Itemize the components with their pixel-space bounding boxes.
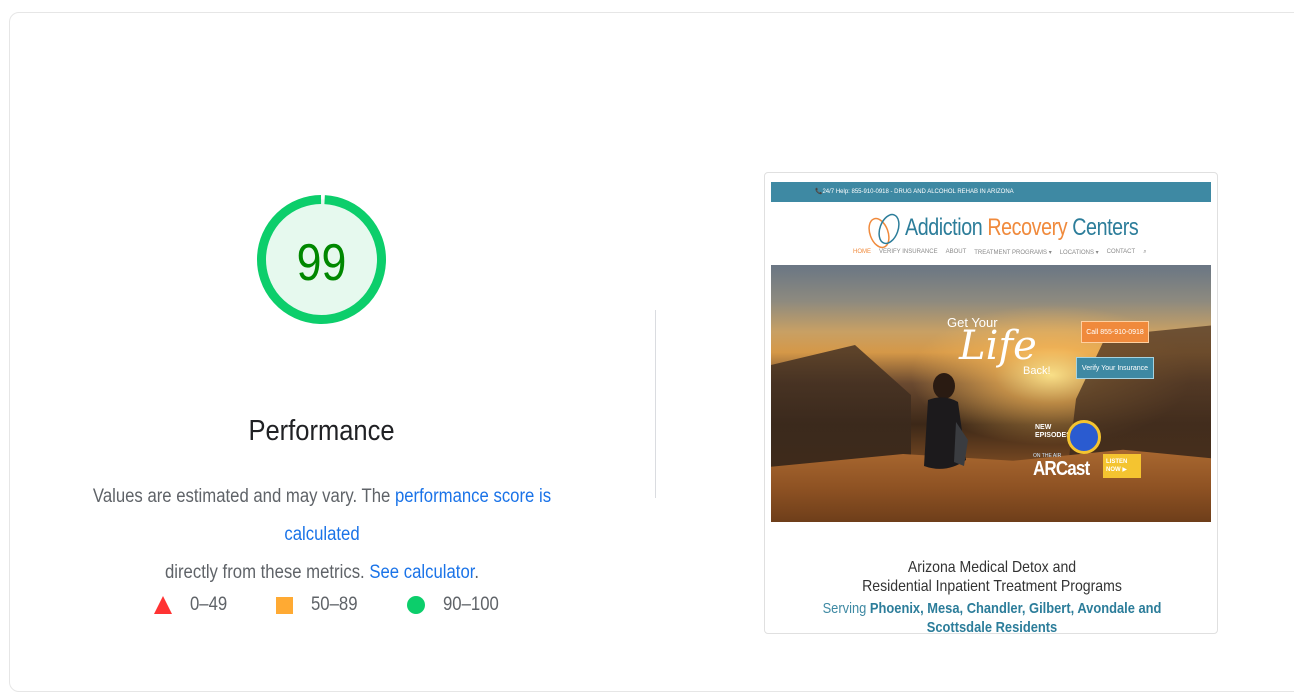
green-circle-icon (407, 596, 425, 614)
legend-label: 90–100 (443, 594, 499, 615)
legend-label: 0–49 (190, 594, 228, 615)
headphones-icon (1067, 420, 1101, 454)
nav-item: ABOUT (945, 249, 967, 255)
description-suffix: . (474, 562, 480, 583)
hero-back: Back! (1023, 365, 1051, 377)
serving-cities: Phoenix, Mesa, Chandler, Gilbert, Avonda… (869, 600, 1162, 617)
arcast-badge: NEW EPISODES ON THE AIR ARCast LISTEN NO… (1031, 420, 1143, 482)
site-serving: Serving Phoenix, Mesa, Chandler, Gilbert… (797, 600, 1187, 617)
site-logo: Addiction Recovery Centers (865, 203, 1189, 253)
arcast-name: ARCast (1033, 458, 1090, 480)
site-hero-image: Get Your Life Back! Call 855-910-0918 Ve… (771, 265, 1211, 522)
vertical-divider (655, 310, 656, 498)
legend-item-average: 50–89 (276, 594, 364, 616)
nav-item: CONTACT (1106, 249, 1136, 255)
logo-text-part: Recovery (987, 214, 1068, 241)
gauge-title: Performance (248, 415, 395, 447)
arcast-new: NEW EPISODES (1035, 424, 1071, 439)
logo-text-part: Addiction (905, 214, 988, 241)
legend-item-pass: 90–100 (407, 594, 506, 616)
red-triangle-icon (154, 596, 172, 614)
site-topbar: 📞24/7 Help: 855-910-0918 - DRUG AND ALCO… (771, 182, 1211, 202)
nav-item: LOCATIONS ▾ (1059, 250, 1099, 256)
hero-call-button: Call 855-910-0918 (1081, 321, 1149, 343)
arcast-listen: LISTEN NOW ▶ (1103, 454, 1141, 478)
score-description: Values are estimated and may vary. The p… (74, 478, 570, 592)
orange-square-icon (276, 596, 293, 614)
site-nav: HOME VERIFY INSURANCE ABOUT TREATMENT PR… (853, 249, 1153, 256)
description-prefix: Values are estimated and may vary. The (92, 486, 395, 507)
description-middle: directly from these metrics. (164, 562, 370, 583)
legend-item-fail: 0–49 (154, 594, 232, 616)
performance-gauge: 99 (256, 194, 387, 325)
logo-text: Addiction Recovery Centers (905, 214, 1139, 242)
logo-icon (868, 213, 900, 249)
search-icon: ⌕ (1143, 249, 1147, 255)
hero-life: Life (959, 323, 1037, 369)
legend-label: 50–89 (311, 594, 358, 615)
hero-person (924, 373, 968, 469)
see-calculator-link[interactable]: See calculator (369, 562, 474, 583)
nav-item: HOME (853, 249, 871, 255)
site-serving-line2: Scottsdale Residents (926, 619, 1058, 634)
site-heading-2: Residential Inpatient Treatment Programs (862, 578, 1122, 595)
serving-prefix: Serving (822, 600, 870, 617)
nav-item: VERIFY INSURANCE (879, 249, 938, 255)
performance-score: 99 (296, 233, 347, 292)
final-screenshot: 📞24/7 Help: 855-910-0918 - DRUG AND ALCO… (764, 172, 1218, 634)
logo-text-part: Centers (1067, 214, 1139, 241)
site-heading-1: Arizona Medical Detox and (907, 559, 1077, 576)
hero-verify-button: Verify Your Insurance (1076, 357, 1154, 379)
nav-item: TREATMENT PROGRAMS ▾ (974, 250, 1052, 256)
